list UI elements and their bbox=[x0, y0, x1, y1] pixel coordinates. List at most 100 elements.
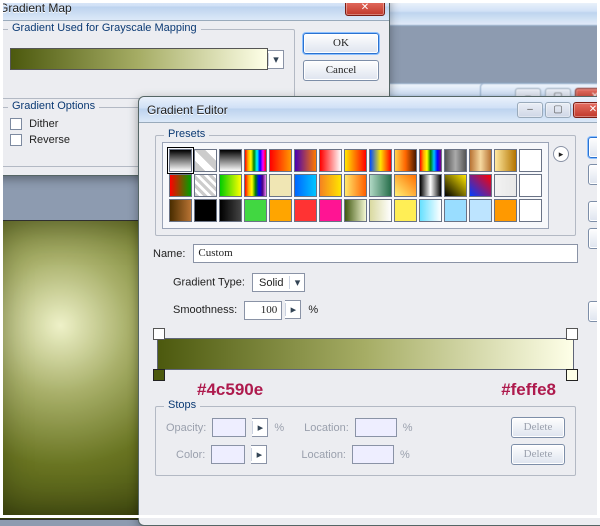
reverse-checkbox[interactable] bbox=[10, 134, 22, 146]
preset-swatch[interactable] bbox=[244, 174, 267, 197]
preset-swatch[interactable] bbox=[194, 174, 217, 197]
opacity-stop-left[interactable] bbox=[153, 328, 165, 340]
preset-swatch[interactable] bbox=[169, 149, 192, 172]
preset-swatch[interactable] bbox=[419, 199, 442, 222]
preset-swatch[interactable] bbox=[319, 174, 342, 197]
preset-swatch[interactable] bbox=[269, 149, 292, 172]
preset-swatch[interactable] bbox=[194, 199, 217, 222]
gtype-value: Solid bbox=[253, 277, 289, 289]
preset-swatch[interactable] bbox=[519, 199, 542, 222]
name-label: Name: bbox=[153, 248, 185, 260]
ged-title: Gradient Editor bbox=[147, 103, 515, 117]
reverse-label: Reverse bbox=[29, 134, 70, 146]
gmap-gradient-dropdown[interactable]: ▾ bbox=[268, 50, 284, 69]
preset-swatch[interactable] bbox=[219, 149, 242, 172]
preset-swatch[interactable] bbox=[469, 149, 492, 172]
ged-cancel-button[interactable]: Cancel bbox=[588, 164, 600, 185]
preset-swatch[interactable] bbox=[294, 174, 317, 197]
gmap-close-button[interactable]: ✕ bbox=[345, 0, 385, 16]
preset-swatch[interactable] bbox=[219, 174, 242, 197]
preset-swatch[interactable] bbox=[444, 149, 467, 172]
gmap-group-label: Gradient Used for Grayscale Mapping bbox=[8, 22, 201, 34]
preset-swatch[interactable] bbox=[369, 174, 392, 197]
stops-label: Stops bbox=[164, 399, 200, 411]
gmap-titlebar[interactable]: Gradient Map ✕ bbox=[0, 0, 389, 21]
opacity-stop-right[interactable] bbox=[566, 328, 578, 340]
gtype-label: Gradient Type: bbox=[173, 277, 245, 289]
preset-swatch[interactable] bbox=[344, 149, 367, 172]
preset-swatch[interactable] bbox=[244, 149, 267, 172]
presets-label: Presets bbox=[164, 128, 209, 140]
preset-swatch[interactable] bbox=[244, 199, 267, 222]
opacity-stepper: ▸ bbox=[252, 418, 268, 437]
ged-new-button[interactable]: New bbox=[588, 301, 600, 322]
chevron-right-icon: ▸ bbox=[252, 421, 267, 434]
preset-swatch[interactable] bbox=[269, 199, 292, 222]
gmap-cancel-button[interactable]: Cancel bbox=[303, 60, 379, 81]
preset-swatch[interactable] bbox=[519, 149, 542, 172]
preset-swatch[interactable] bbox=[469, 174, 492, 197]
chevron-right-icon: ▸ bbox=[251, 448, 266, 461]
dither-checkbox[interactable] bbox=[10, 118, 22, 130]
ged-load-button[interactable]: Load... bbox=[588, 201, 600, 222]
preset-swatch[interactable] bbox=[419, 149, 442, 172]
delete-color-stop: Delete bbox=[511, 444, 565, 465]
smooth-stepper[interactable]: ▸ bbox=[285, 300, 301, 319]
preset-swatch[interactable] bbox=[494, 199, 517, 222]
preset-menu-icon[interactable]: ▸ bbox=[553, 146, 569, 162]
ged-save-button[interactable]: Save... bbox=[588, 228, 600, 249]
name-input[interactable]: Custom bbox=[193, 244, 578, 263]
hex-right: #feffe8 bbox=[501, 380, 556, 400]
preset-swatch[interactable] bbox=[169, 199, 192, 222]
color-label: Color: bbox=[176, 449, 205, 461]
gmap-gradient-preview[interactable] bbox=[10, 48, 268, 70]
preset-swatch[interactable] bbox=[169, 174, 192, 197]
preset-swatch[interactable] bbox=[344, 199, 367, 222]
preset-swatch[interactable] bbox=[319, 199, 342, 222]
delete-opacity-stop: Delete bbox=[511, 417, 565, 438]
gradient-ramp[interactable] bbox=[157, 338, 574, 370]
smooth-input[interactable]: 100 bbox=[244, 301, 282, 320]
ged-titlebar[interactable]: Gradient Editor – ▢ ✕ bbox=[139, 97, 600, 123]
preset-swatch[interactable] bbox=[519, 174, 542, 197]
gmap-ok-button[interactable]: OK bbox=[303, 33, 379, 54]
preset-swatch[interactable] bbox=[394, 149, 417, 172]
gradient-editor-dialog: Gradient Editor – ▢ ✕ Presets ▸ Name: Cu… bbox=[138, 96, 600, 526]
dither-label: Dither bbox=[29, 118, 58, 130]
preset-swatch[interactable] bbox=[294, 199, 317, 222]
pct1: % bbox=[274, 422, 284, 434]
ged-min-button[interactable]: – bbox=[517, 102, 543, 118]
preset-swatch[interactable] bbox=[494, 149, 517, 172]
color-stop-left[interactable] bbox=[153, 369, 165, 381]
gtype-select[interactable]: Solid ▾ bbox=[252, 273, 305, 292]
preset-swatch[interactable] bbox=[469, 199, 492, 222]
pct2: % bbox=[403, 422, 413, 434]
hex-left: #4c590e bbox=[197, 380, 263, 400]
preset-swatch[interactable] bbox=[269, 174, 292, 197]
gmap-title: Gradient Map bbox=[0, 1, 343, 15]
pct3: % bbox=[400, 449, 410, 461]
preset-swatch[interactable] bbox=[444, 199, 467, 222]
preset-swatch[interactable] bbox=[394, 174, 417, 197]
preset-swatch[interactable] bbox=[344, 174, 367, 197]
preset-swatch[interactable] bbox=[494, 174, 517, 197]
location-label1: Location: bbox=[304, 422, 349, 434]
ged-max-button[interactable]: ▢ bbox=[545, 102, 571, 118]
preset-swatch[interactable] bbox=[369, 199, 392, 222]
preset-swatch[interactable] bbox=[319, 149, 342, 172]
location-input1 bbox=[355, 418, 397, 437]
preset-swatch[interactable] bbox=[444, 174, 467, 197]
ged-close-button[interactable]: ✕ bbox=[573, 102, 600, 118]
preset-swatch[interactable] bbox=[219, 199, 242, 222]
ged-ok-button[interactable]: OK bbox=[588, 137, 600, 158]
preset-swatch[interactable] bbox=[194, 149, 217, 172]
preset-swatch[interactable] bbox=[419, 174, 442, 197]
preset-swatch[interactable] bbox=[394, 199, 417, 222]
location-label2: Location: bbox=[301, 449, 346, 461]
preset-swatch[interactable] bbox=[369, 149, 392, 172]
color-input bbox=[211, 445, 245, 464]
preset-swatch[interactable] bbox=[294, 149, 317, 172]
color-stop-right[interactable] bbox=[566, 369, 578, 381]
chevron-down-icon: ▾ bbox=[268, 53, 283, 66]
location-input2 bbox=[352, 445, 394, 464]
